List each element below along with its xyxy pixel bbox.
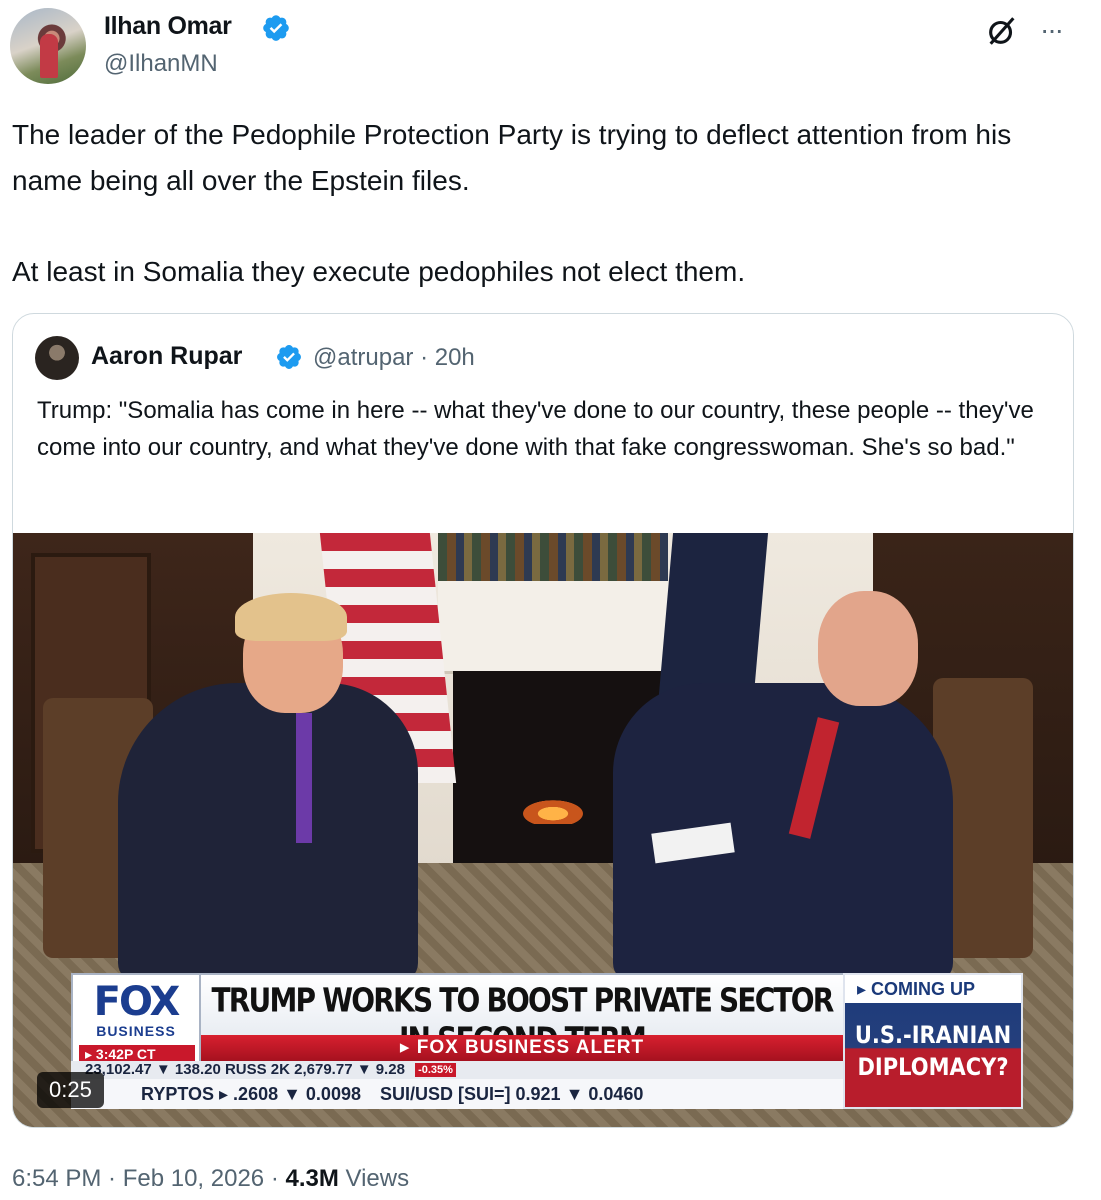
ticker-top: 23,102.47 ▼ 138.20 RUSS 2K 2,679.77 ▼ 9.… [71, 1061, 843, 1079]
chyron-alert: ▸ FOX BUSINESS ALERT [201, 1035, 843, 1061]
tweet-text: The leader of the Pedophile Protection P… [12, 112, 1087, 295]
video-duration-badge: 0:25 [37, 1072, 104, 1108]
chyron-headline: TRUMP WORKS TO BOOST PRIVATE SECTOR IN S… [201, 973, 843, 1059]
ticker-bottom: RYPTOS ▸ .2608 ▼ 0.0098 SUI/USD [SUI=] 0… [71, 1079, 843, 1109]
author-handle[interactable]: @IlhanMN [104, 50, 218, 78]
quoted-tweet[interactable]: Aaron Rupar @atrupar · 20h Trump: "Somal… [12, 313, 1074, 1128]
views-label: Views [338, 1165, 410, 1192]
tweet-paragraph-1: The leader of the Pedophile Protection P… [12, 119, 1012, 196]
author-avatar[interactable] [10, 8, 86, 84]
tweet-meta: 6:54 PM · Feb 10, 2026 · 4.3M Views [12, 1165, 409, 1193]
video-player[interactable]: FOX BUSINESS ▸ 3:42P CT TRUMP WORKS TO B… [13, 533, 1073, 1127]
grok-icon[interactable] [985, 14, 1019, 48]
author-name[interactable]: Ilhan Omar [104, 12, 232, 41]
quoted-tweet-text: Trump: "Somalia has come in here -- what… [37, 397, 1034, 461]
coming-up-panel: ▸ COMING UP U.S.-IRANIAN DIPLOMACY? [843, 973, 1023, 1109]
tweet-paragraph-2: At least in Somalia they execute pedophi… [12, 256, 746, 287]
fox-business-logo: FOX BUSINESS ▸ 3:42P CT [71, 973, 201, 1068]
quoted-handle-and-age[interactable]: @atrupar · 20h [313, 344, 475, 372]
view-count: 4.3M [285, 1165, 339, 1192]
more-options-icon[interactable]: ··· [1040, 14, 1064, 46]
tweet-timestamp[interactable]: 6:54 PM · Feb 10, 2026 · [12, 1165, 285, 1192]
verified-badge-icon [263, 15, 289, 41]
quoted-verified-badge-icon [277, 345, 301, 369]
quoted-author-avatar[interactable] [35, 336, 79, 380]
quoted-author-name[interactable]: Aaron Rupar [91, 342, 242, 371]
video-person-left [118, 683, 418, 983]
